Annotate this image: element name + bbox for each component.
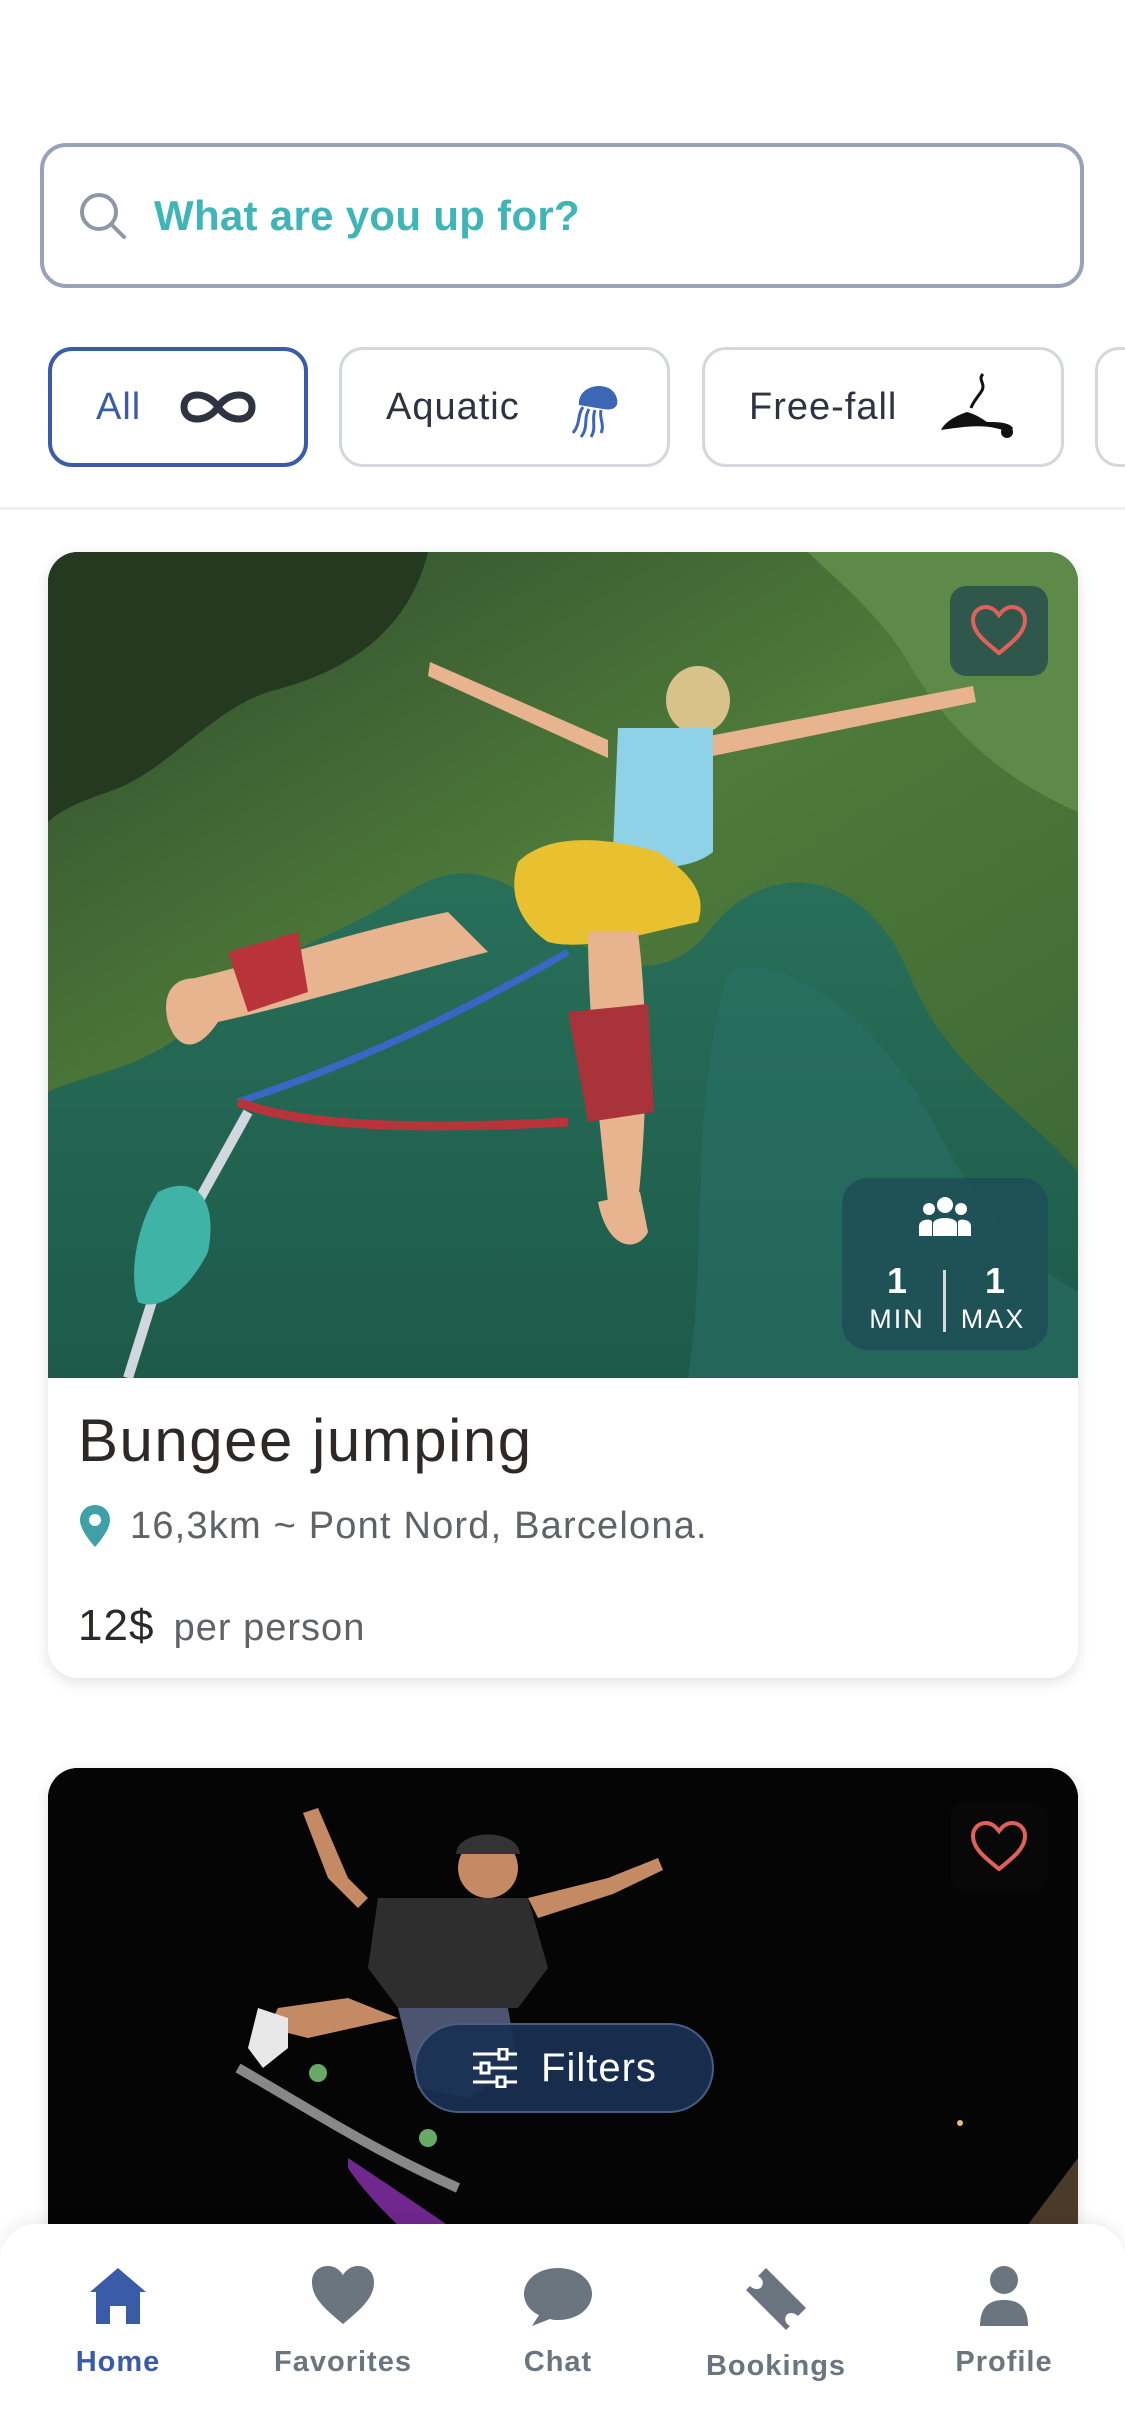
price-value: 12$ (78, 1601, 155, 1650)
category-label-free-fall: Free-fall (749, 385, 898, 428)
jellyfish-icon (571, 386, 618, 438)
capacity-badge: 1 MIN 1 MAX (842, 1178, 1048, 1350)
nav-favorites-label: Favorites (274, 2346, 412, 2378)
infinity-icon (180, 391, 256, 423)
search-placeholder: What are you up for? (154, 191, 580, 239)
capacity-min-label: MIN (869, 1304, 925, 1334)
nav-favorites[interactable]: Favorites (243, 2264, 443, 2379)
home-icon (90, 2268, 146, 2324)
heart-outline-icon (970, 1821, 1028, 1872)
category-chip-all[interactable]: All (48, 347, 308, 467)
home-screen: What are you up for? All Aquatic Free-fa… (0, 0, 1125, 2433)
heart-outline-icon (970, 605, 1028, 656)
ticket-icon (746, 2268, 806, 2330)
price-unit: per person (173, 1607, 366, 1649)
sliders-icon (473, 2048, 518, 2088)
group-icon (919, 1197, 971, 1236)
skateboard-photo (48, 1768, 1078, 2268)
favorite-button[interactable] (950, 586, 1048, 676)
activity-title: Bungee jumping (78, 1407, 533, 1474)
activity-price: 12$ per person (78, 1601, 1048, 1651)
person-icon (980, 2266, 1028, 2326)
capacity-max-value: 1 (984, 1260, 1006, 1301)
nav-home-label: Home (75, 2346, 161, 2378)
filters-label: Filters (541, 2045, 657, 2090)
nav-profile-label: Profile (955, 2346, 1053, 2378)
search-icon (80, 192, 126, 239)
activity-card[interactable] (48, 1768, 1078, 2268)
category-label-all: All (96, 385, 142, 428)
chat-bubble-icon (524, 2268, 592, 2326)
activity-image (48, 1768, 1078, 2268)
divider (0, 507, 1125, 510)
category-chip-more[interactable] (1095, 347, 1125, 467)
search-input[interactable]: What are you up for? (40, 143, 1084, 288)
bungee-jumper-icon (941, 372, 1013, 438)
nav-home[interactable]: Home (18, 2264, 218, 2379)
activity-details: Bungee jumping 16,3km ~ Pont Nord, Barce… (48, 1378, 1078, 1678)
activity-card[interactable]: 1 MIN 1 MAX Bungee jumping 16,3km ~ Pont… (48, 552, 1078, 1678)
activity-location: 16,3km ~ Pont Nord, Barcelona. (78, 1503, 1048, 1549)
heart-icon (312, 2266, 374, 2324)
capacity-max-label: MAX (960, 1304, 1026, 1334)
filters-button[interactable]: Filters (414, 2023, 714, 2113)
category-chip-free-fall[interactable]: Free-fall (702, 347, 1064, 467)
capacity-min-value: 1 (886, 1260, 908, 1301)
nav-bookings[interactable]: Bookings (676, 2264, 876, 2383)
category-chips: All Aquatic Free-fall (0, 347, 1125, 472)
bottom-navigation: Home Favorites Chat Bookings Profile (0, 2224, 1125, 2433)
activity-image: 1 MIN 1 MAX (48, 552, 1078, 1378)
category-label-aquatic: Aquatic (386, 385, 520, 428)
nav-bookings-label: Bookings (705, 2350, 847, 2382)
location-pin-icon (80, 1505, 110, 1547)
capacity-separator (943, 1270, 946, 1332)
nav-chat-label: Chat (523, 2346, 593, 2378)
nav-chat[interactable]: Chat (458, 2264, 658, 2379)
favorite-button[interactable] (950, 1802, 1048, 1892)
nav-profile[interactable]: Profile (904, 2264, 1104, 2379)
category-chip-aquatic[interactable]: Aquatic (339, 347, 670, 467)
activity-location-text: 16,3km ~ Pont Nord, Barcelona. (130, 1504, 708, 1547)
